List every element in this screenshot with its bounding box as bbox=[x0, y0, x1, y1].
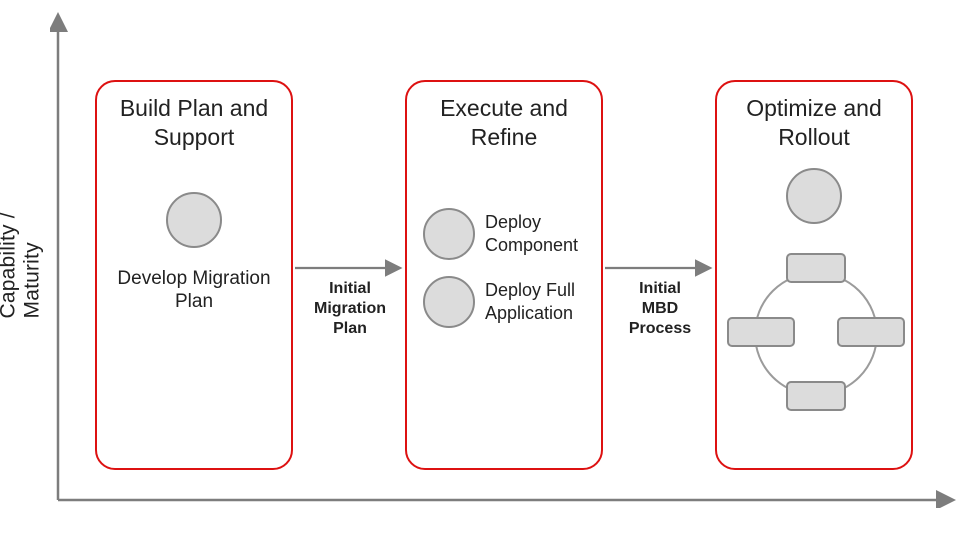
card-execute-refine: Execute and Refine Deploy Component Depl… bbox=[405, 80, 603, 470]
card-item-label: Deploy Full Application bbox=[485, 279, 593, 324]
card-item-row: Deploy Component bbox=[415, 208, 593, 260]
arrow-2 bbox=[603, 258, 715, 278]
cycle-node-icon bbox=[786, 381, 846, 411]
card-optimize-rollout: Optimize and Rollout bbox=[715, 80, 913, 470]
placeholder-circle-icon bbox=[166, 192, 222, 248]
card-item-label: Develop Migration Plan bbox=[105, 267, 283, 315]
process-cycle-figure bbox=[729, 247, 899, 417]
placeholder-circle-icon bbox=[786, 168, 842, 224]
cycle-node-icon bbox=[837, 317, 905, 347]
arrow-label-1: Initial Migration Plan bbox=[310, 279, 390, 339]
arrow-1 bbox=[293, 258, 405, 278]
placeholder-circle-icon bbox=[423, 208, 475, 260]
card-title: Build Plan and Support bbox=[105, 94, 283, 152]
card-title: Optimize and Rollout bbox=[725, 94, 903, 152]
cycle-node-icon bbox=[786, 253, 846, 283]
arrow-label-2: Initial MBD Process bbox=[625, 279, 695, 339]
cycle-node-icon bbox=[727, 317, 795, 347]
card-item-label: Deploy Component bbox=[485, 211, 593, 256]
card-item-row: Deploy Full Application bbox=[415, 276, 593, 328]
card-title: Execute and Refine bbox=[415, 94, 593, 152]
diagram-stage: Capability / Maturity Build Plan and Sup… bbox=[0, 0, 972, 537]
card-build-plan: Build Plan and Support Develop Migration… bbox=[95, 80, 293, 470]
placeholder-circle-icon bbox=[423, 276, 475, 328]
